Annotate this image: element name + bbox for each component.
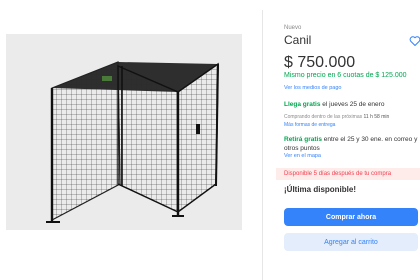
shipping-date: el jueves 25 de enero bbox=[320, 101, 385, 108]
dog-kennel-illustration bbox=[46, 61, 219, 223]
heart-outline-icon[interactable] bbox=[409, 35, 420, 47]
buy-now-button[interactable]: Comprar ahora bbox=[284, 208, 418, 226]
payment-methods-link[interactable]: Ver los medios de pago bbox=[284, 85, 341, 91]
free-pickup-highlight: Retirá gratis bbox=[284, 136, 322, 143]
product-gallery bbox=[0, 0, 262, 280]
product-image-dog-kennel[interactable] bbox=[6, 34, 242, 230]
deadline-prefix: Comprando dentro de las próximas bbox=[284, 114, 364, 120]
product-title: Canil bbox=[284, 33, 312, 47]
condition-label: Nuevo bbox=[284, 25, 302, 31]
stock-status: ¡Última disponible! bbox=[284, 185, 356, 194]
add-to-cart-button[interactable]: Agregar al carrito bbox=[284, 233, 418, 251]
installments-info: Mismo precio en 6 cuotas de $ 125.000 bbox=[284, 72, 407, 79]
free-shipping-highlight: Llega gratis bbox=[284, 101, 321, 108]
pickup-info: Retirá gratis entre el 25 y 30 ene. en c… bbox=[284, 136, 418, 153]
purchase-panel: Nuevo Canil $ 750.000 Mismo precio en 6 … bbox=[276, 0, 420, 280]
panel-divider bbox=[262, 10, 263, 280]
availability-banner: Disponible 5 días después de tu compra bbox=[276, 168, 420, 180]
view-map-link[interactable]: Ver en el mapa bbox=[284, 153, 321, 159]
deadline-time: 11 h 58 min bbox=[363, 114, 390, 120]
shipping-info: Llega gratis el jueves 25 de enero bbox=[284, 101, 384, 108]
more-shipping-options-link[interactable]: Más formas de entrega bbox=[284, 122, 335, 128]
product-price: $ 750.000 bbox=[284, 54, 356, 71]
shipping-deadline: Comprando dentro de las próximas 11 h 58… bbox=[284, 114, 389, 120]
